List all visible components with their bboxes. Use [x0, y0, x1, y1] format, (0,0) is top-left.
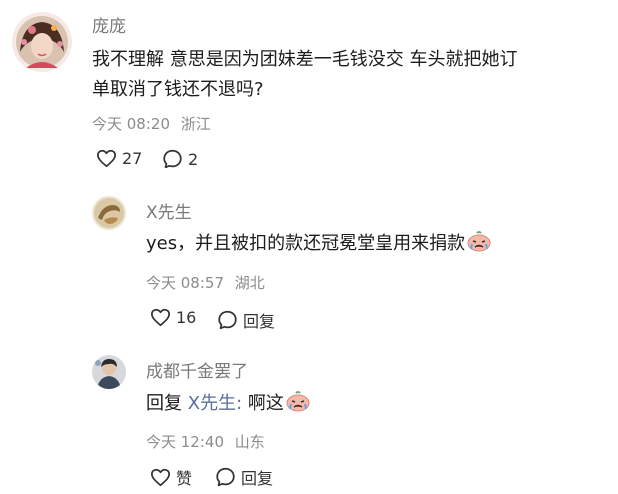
comment-meta: 今天 08:20 浙江 — [92, 113, 211, 134]
reply-label: 回复 — [243, 312, 276, 331]
avatar[interactable] — [92, 196, 126, 230]
like-count: 16 — [176, 308, 197, 327]
avatar[interactable] — [92, 355, 126, 389]
avatar-image — [92, 355, 126, 389]
location: 湖北 — [234, 274, 265, 292]
comment-text: yes，并且被扣的款还冠冕堂皇用来捐款 — [146, 229, 491, 259]
reply-button[interactable]: 回复 — [217, 308, 275, 332]
like-button[interactable]: 27 — [96, 149, 142, 168]
comment-bubble-icon — [163, 149, 182, 169]
author-name[interactable]: 庞庞 — [92, 12, 126, 37]
comment-text: 回复 X先生: 啊这 — [146, 389, 310, 419]
like-count: 27 — [122, 149, 143, 168]
reply-button[interactable]: 回复 — [215, 465, 273, 489]
comment-meta: 今天 12:40 山东 — [146, 431, 265, 452]
comment-text-body: 啊这 — [247, 393, 284, 414]
like-label: 赞 — [176, 469, 193, 488]
avatar-image — [92, 196, 126, 230]
timestamp: 今天 08:20 — [92, 115, 170, 133]
like-button[interactable]: 赞 — [150, 465, 192, 489]
location: 山东 — [234, 433, 265, 451]
avatar[interactable] — [12, 12, 72, 72]
author-name[interactable]: X先生 — [146, 198, 192, 223]
crying-emoji-icon — [467, 231, 491, 252]
avatar-image — [12, 12, 72, 72]
reply-count: 2 — [188, 149, 199, 169]
mention-link[interactable]: X先生: — [188, 393, 242, 414]
location: 浙江 — [180, 115, 211, 133]
comment-text-line: 我不理解 意思是因为团妹差一毛钱没交 车头就把她订 — [92, 49, 518, 70]
heart-icon — [150, 468, 170, 486]
timestamp: 今天 12:40 — [146, 433, 224, 451]
comment-bubble-icon — [218, 310, 237, 330]
author-name[interactable]: 成都千金罢了 — [146, 357, 248, 382]
comment-text: 我不理解 意思是因为团妹差一毛钱没交 车头就把她订 单取消了钱还不退吗? — [92, 45, 612, 105]
comment-meta: 今天 08:57 湖北 — [146, 272, 265, 293]
heart-icon — [150, 308, 170, 327]
comment-bubble-icon — [216, 467, 235, 487]
like-button[interactable]: 16 — [150, 308, 196, 327]
comment-text-body: yes，并且被扣的款还冠冕堂皇用来捐款 — [146, 233, 466, 254]
timestamp: 今天 08:57 — [146, 274, 224, 292]
reply-label: 回复 — [241, 469, 274, 488]
comment-text-line: 单取消了钱还不退吗? — [92, 79, 264, 100]
heart-icon — [97, 149, 116, 168]
reply-count-button[interactable]: 2 — [162, 149, 198, 169]
crying-emoji-icon — [286, 391, 310, 412]
reply-prefix: 回复 — [146, 393, 182, 414]
